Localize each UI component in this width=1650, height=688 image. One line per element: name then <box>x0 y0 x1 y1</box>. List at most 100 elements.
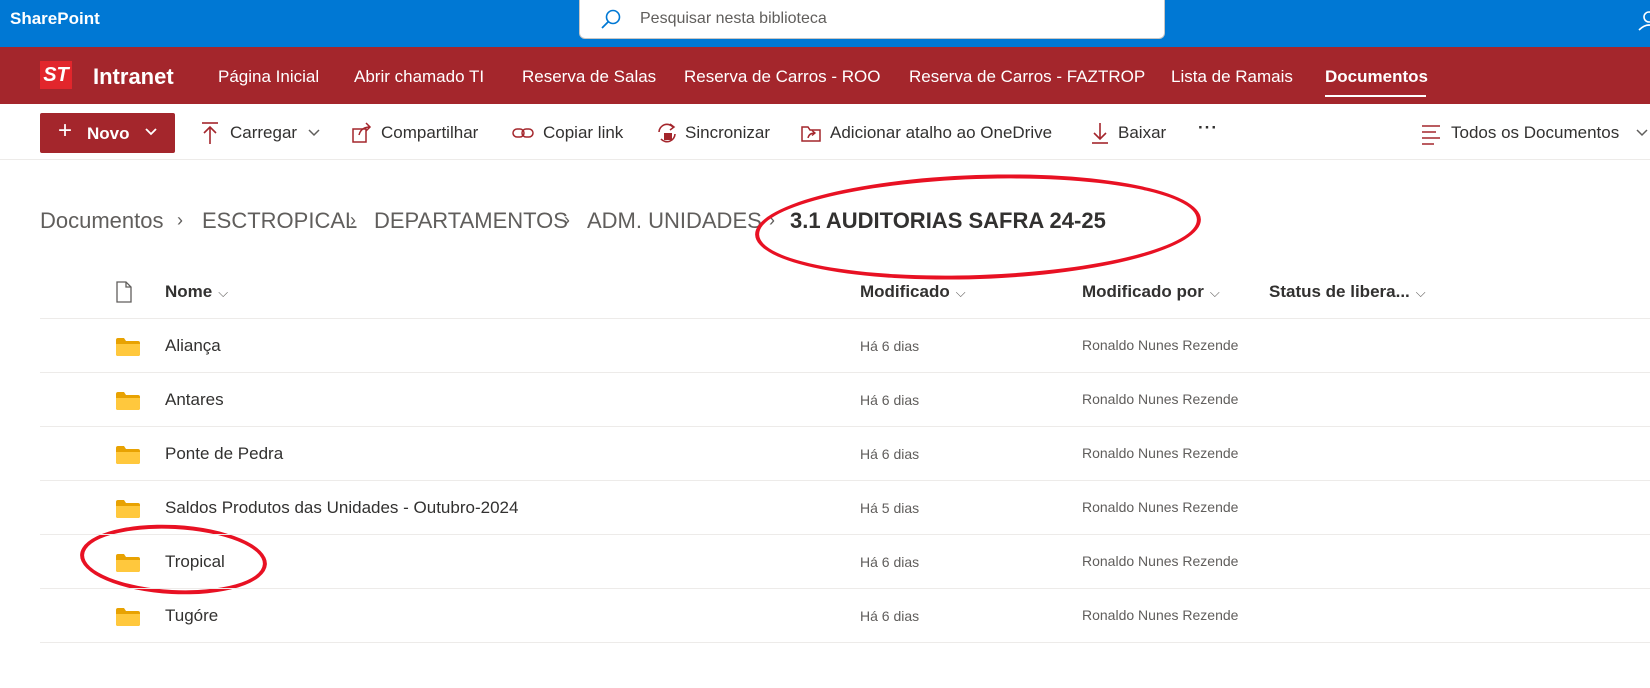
folder-icon <box>115 391 141 416</box>
share-icon <box>351 120 373 151</box>
nav-item-pagina-inicial[interactable]: Página Inicial <box>218 67 319 87</box>
file-name[interactable]: Ponte de Pedra <box>165 444 283 464</box>
list-header: Nome ⌵ Modificado ⌵ Modificado por ⌵ Status… <box>40 266 1650 319</box>
modified-date: Há 5 dias <box>860 500 920 516</box>
modified-by[interactable]: Ronaldo Nunes Rezende <box>1082 499 1238 515</box>
folder-icon <box>115 337 141 362</box>
shortcut-icon <box>800 120 822 151</box>
site-logo[interactable]: ST <box>40 61 72 89</box>
nav-item-reserva-carros-roo[interactable]: Reserva de Carros - ROO <box>684 67 881 87</box>
chevron-right-icon: › <box>350 210 356 230</box>
site-name[interactable]: Intranet <box>93 64 174 90</box>
sync-icon <box>655 120 679 151</box>
sync-label: Sincronizar <box>685 123 771 142</box>
file-name[interactable]: Tugóre <box>165 606 218 626</box>
list-view-icon <box>1420 120 1442 151</box>
chevron-right-icon: › <box>177 210 183 230</box>
active-nav-indicator <box>1325 95 1426 97</box>
more-icon: ··· <box>1198 118 1218 137</box>
chevron-down-icon <box>144 124 158 144</box>
file-name[interactable]: Tropical <box>165 552 225 572</box>
table-row[interactable]: Tropical Há 6 dias Ronaldo Nunes Rezende <box>40 535 1650 589</box>
sync-button[interactable]: Sincronizar <box>655 120 773 146</box>
chevron-right-icon: › <box>564 210 570 230</box>
modified-date: Há 6 dias <box>860 608 920 624</box>
search-input[interactable] <box>640 8 1140 30</box>
more-options-button[interactable]: ··· <box>1198 118 1222 146</box>
upload-icon <box>200 120 220 151</box>
upload-label: Carregar <box>230 123 298 142</box>
column-header-status-label: Status de libera... <box>1269 282 1410 301</box>
chevron-down-icon: ⌵ <box>218 285 229 300</box>
chevron-down-icon: ⌵ <box>1209 285 1220 300</box>
breadcrumb-item-documentos[interactable]: Documentos <box>40 208 164 234</box>
search-icon <box>600 9 622 36</box>
table-row[interactable]: Antares Há 6 dias Ronaldo Nunes Rezende <box>40 373 1650 427</box>
folder-icon <box>115 499 141 524</box>
chevron-down-icon: ⌵ <box>1415 285 1426 300</box>
chevron-down-icon <box>1635 125 1649 145</box>
search-box[interactable] <box>579 0 1165 39</box>
table-row[interactable]: Saldos Produtos das Unidades - Outubro-2… <box>40 481 1650 535</box>
site-header: ST Intranet Página Inicial Abrir chamado… <box>0 47 1650 104</box>
upload-button[interactable]: Carregar <box>200 120 325 146</box>
new-button-label: Novo <box>87 124 130 143</box>
new-button[interactable]: + Novo <box>40 113 175 153</box>
table-row[interactable]: Aliança Há 6 dias Ronaldo Nunes Rezende <box>40 319 1650 373</box>
view-selector[interactable]: Todos os Documentos <box>1420 120 1650 146</box>
app-brand[interactable]: SharePoint <box>10 9 100 29</box>
view-label: Todos os Documentos <box>1451 123 1620 142</box>
modified-by[interactable]: Ronaldo Nunes Rezende <box>1082 553 1238 569</box>
download-label: Baixar <box>1118 123 1167 142</box>
column-header-modified-by-label: Modificado por <box>1082 282 1204 301</box>
column-header-name-label: Nome <box>165 282 213 301</box>
column-header-modified-label: Modificado <box>860 282 950 301</box>
chevron-down-icon: ⌵ <box>955 285 966 300</box>
column-header-modified-by[interactable]: Modificado por ⌵ <box>1082 282 1220 302</box>
nav-item-reserva-carros-faztrop[interactable]: Reserva de Carros - FAZTROP <box>909 67 1145 87</box>
modified-date: Há 6 dias <box>860 446 920 462</box>
modified-date: Há 6 dias <box>860 554 920 570</box>
file-name[interactable]: Saldos Produtos das Unidades - Outubro-2… <box>165 498 518 518</box>
file-type-icon[interactable] <box>115 281 133 308</box>
breadcrumb-current-folder: 3.1 AUDITORIAS SAFRA 24-25 <box>790 208 1106 233</box>
nav-item-documentos[interactable]: Documentos <box>1325 67 1428 87</box>
download-icon <box>1090 120 1110 151</box>
modified-date: Há 6 dias <box>860 392 920 408</box>
add-shortcut-label: Adicionar atalho ao OneDrive <box>830 123 1053 142</box>
share-button[interactable]: Compartilhar <box>351 120 486 146</box>
breadcrumb-item-departamentos[interactable]: DEPARTAMENTOS <box>374 208 568 234</box>
column-header-modified[interactable]: Modificado ⌵ <box>860 282 966 302</box>
nav-item-reserva-salas[interactable]: Reserva de Salas <box>522 67 656 87</box>
modified-by[interactable]: Ronaldo Nunes Rezende <box>1082 337 1238 353</box>
folder-icon <box>115 553 141 578</box>
chevron-right-icon: › <box>769 210 775 230</box>
file-name[interactable]: Antares <box>165 390 224 410</box>
breadcrumb-item-adm-unidades[interactable]: ADM. UNIDADES <box>587 208 762 234</box>
suite-bar: SharePoint <box>0 0 1650 47</box>
nav-item-lista-ramais[interactable]: Lista de Ramais <box>1171 67 1293 87</box>
modified-by[interactable]: Ronaldo Nunes Rezende <box>1082 445 1238 461</box>
column-header-status[interactable]: Status de libera... ⌵ <box>1269 282 1426 302</box>
download-button[interactable]: Baixar <box>1090 120 1170 146</box>
file-name[interactable]: Aliança <box>165 336 221 356</box>
person-icon[interactable] <box>1638 10 1650 37</box>
modified-by[interactable]: Ronaldo Nunes Rezende <box>1082 607 1238 623</box>
link-icon <box>512 120 534 151</box>
folder-icon <box>115 445 141 470</box>
table-row[interactable]: Ponte de Pedra Há 6 dias Ronaldo Nunes R… <box>40 427 1650 481</box>
table-row[interactable]: Tugóre Há 6 dias Ronaldo Nunes Rezende <box>40 589 1650 643</box>
modified-date: Há 6 dias <box>860 338 920 354</box>
folder-icon <box>115 607 141 632</box>
copy-link-label: Copiar link <box>543 123 624 142</box>
command-bar: + Novo Carregar Compartilhar Copiar link… <box>0 104 1650 160</box>
copy-link-button[interactable]: Copiar link <box>512 120 630 146</box>
add-shortcut-button[interactable]: Adicionar atalho ao OneDrive <box>800 120 1063 146</box>
nav-item-abrir-chamado[interactable]: Abrir chamado TI <box>354 67 484 87</box>
chevron-down-icon <box>307 125 321 145</box>
column-header-name[interactable]: Nome ⌵ <box>165 282 228 302</box>
modified-by[interactable]: Ronaldo Nunes Rezende <box>1082 391 1238 407</box>
breadcrumb-item-esctropical[interactable]: ESCTROPICAL <box>202 208 357 234</box>
share-label: Compartilhar <box>381 123 479 142</box>
plus-icon: + <box>58 117 73 144</box>
